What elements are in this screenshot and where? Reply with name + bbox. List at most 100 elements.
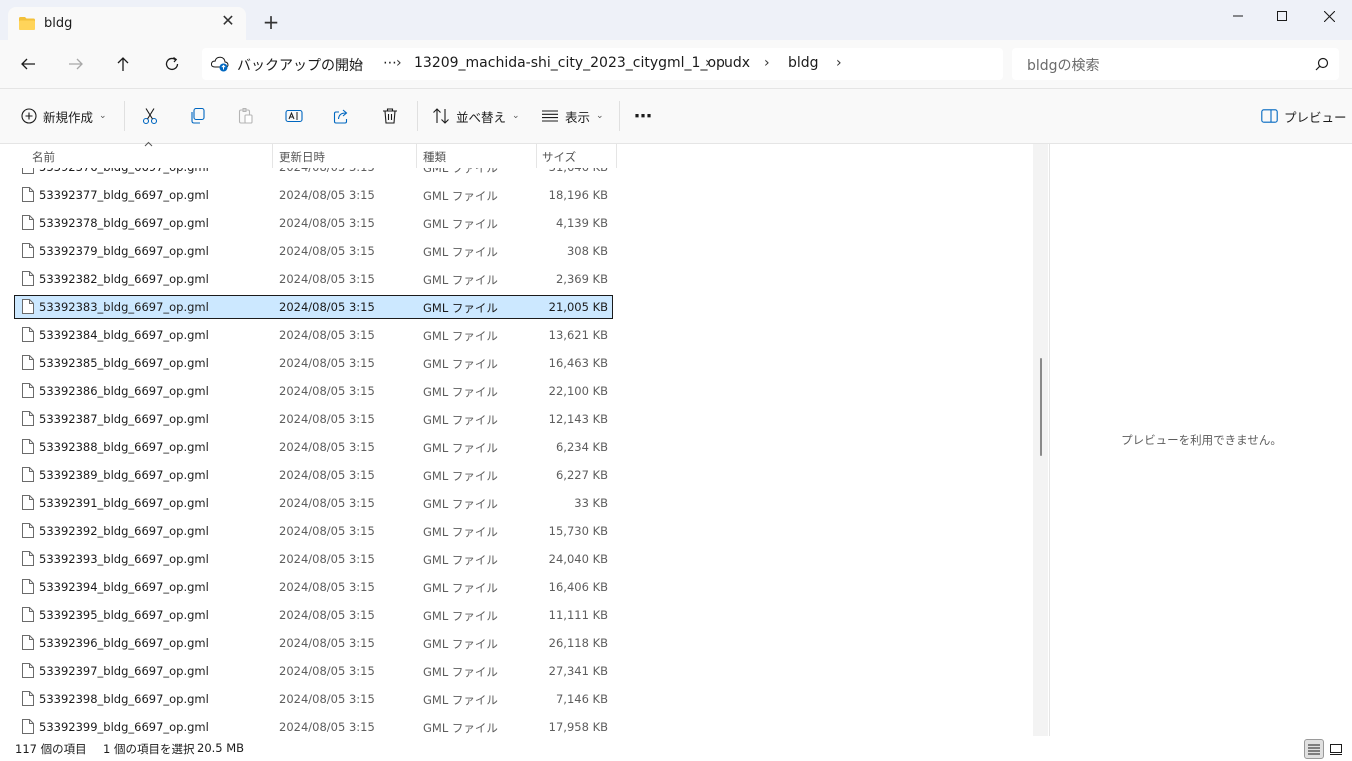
view-button[interactable]: 表示 ⌄ — [541, 104, 604, 128]
tiles-view-icon[interactable] — [1326, 739, 1346, 759]
file-list: 53392376_bldg_6697_op.gml 2024/08/05 3:15… — [0, 168, 1032, 736]
chevron-right-icon[interactable]: › — [836, 55, 842, 71]
breadcrumb-overflow[interactable]: ⋯ — [383, 55, 397, 71]
file-date: 2024/08/05 3:15 — [279, 216, 375, 230]
file-row[interactable]: 53392377_bldg_6697_op.gml 2024/08/05 3:15… — [14, 183, 613, 207]
delete-button[interactable] — [381, 104, 399, 128]
file-row[interactable]: 53392391_bldg_6697_op.gml 2024/08/05 3:15… — [14, 491, 613, 515]
cut-button[interactable] — [141, 104, 159, 128]
file-row[interactable]: 53392396_bldg_6697_op.gml 2024/08/05 3:15… — [14, 631, 613, 655]
chevron-right-icon[interactable]: › — [358, 55, 364, 71]
command-bar: 新規作成 ⌄ 並べ替え ⌄ 表示 ⌄ ⋯ プレビュー — [0, 89, 1352, 144]
more-icon[interactable]: ⋯ — [634, 104, 652, 128]
column-size[interactable]: サイズ — [542, 149, 576, 165]
breadcrumb-bldg[interactable]: bldg — [788, 55, 819, 71]
tab-bldg[interactable]: bldg ✕ — [8, 7, 246, 40]
file-icon — [22, 439, 34, 454]
breadcrumb-citygml-folder[interactable]: 13209_machida-shi_city_2023_citygml_1_op — [414, 55, 725, 71]
file-icon — [22, 215, 34, 230]
chevron-right-icon[interactable]: › — [396, 55, 402, 71]
file-row[interactable]: 53392378_bldg_6697_op.gml 2024/08/05 3:15… — [14, 211, 613, 235]
sort-button[interactable]: 並べ替え ⌄ — [432, 104, 520, 128]
file-row[interactable]: 53392385_bldg_6697_op.gml 2024/08/05 3:15… — [14, 351, 613, 375]
chevron-right-icon[interactable]: › — [764, 55, 770, 71]
file-row[interactable]: 53392393_bldg_6697_op.gml 2024/08/05 3:15… — [14, 547, 613, 571]
preview-pane-button[interactable]: プレビュー — [1261, 104, 1347, 128]
search-icon[interactable] — [1315, 57, 1329, 71]
selection-count: 1 個の項目を選択 — [103, 742, 195, 756]
file-row[interactable]: 53392379_bldg_6697_op.gml 2024/08/05 3:15… — [14, 239, 613, 263]
file-size: 33 KB — [574, 496, 608, 510]
file-name: 53392395_bldg_6697_op.gml — [39, 608, 209, 622]
file-name: 53392387_bldg_6697_op.gml — [39, 412, 209, 426]
file-row[interactable]: 53392398_bldg_6697_op.gml 2024/08/05 3:15… — [14, 687, 613, 711]
copy-button[interactable] — [189, 104, 207, 128]
column-date[interactable]: 更新日時 — [279, 149, 325, 165]
rename-button[interactable] — [285, 104, 303, 128]
column-header: 名前 更新日時 種類 サイズ — [0, 141, 1032, 168]
cloud-backup-icon — [211, 56, 229, 72]
file-row[interactable]: 53392399_bldg_6697_op.gml 2024/08/05 3:15… — [14, 715, 613, 736]
file-row[interactable]: 53392394_bldg_6697_op.gml 2024/08/05 3:15… — [14, 575, 613, 599]
maximize-icon[interactable] — [1259, 0, 1305, 32]
breadcrumb-backup[interactable]: バックアップの開始 — [237, 55, 363, 75]
column-divider[interactable] — [536, 144, 537, 168]
file-name: 53392392_bldg_6697_op.gml — [39, 524, 209, 538]
share-button[interactable] — [333, 104, 351, 128]
file-row[interactable]: 53392382_bldg_6697_op.gml 2024/08/05 3:15… — [14, 267, 613, 291]
file-icon — [22, 663, 34, 678]
breadcrumb-udx[interactable]: udx — [724, 55, 750, 71]
back-arrow-icon[interactable] — [16, 52, 40, 76]
close-icon[interactable]: ✕ — [220, 13, 236, 29]
file-type: GML ファイル — [423, 413, 498, 427]
file-icon — [22, 411, 34, 426]
file-type: GML ファイル — [423, 665, 498, 679]
paste-button[interactable] — [237, 104, 255, 128]
new-button[interactable]: 新規作成 ⌄ — [21, 104, 107, 128]
address-bar[interactable]: バックアップの開始 › ⋯ › 13209_machida-shi_city_2… — [202, 48, 1003, 80]
file-row[interactable]: 53392392_bldg_6697_op.gml 2024/08/05 3:15… — [14, 519, 613, 543]
file-date: 2024/08/05 3:15 — [279, 168, 375, 174]
scrollbar-thumb[interactable] — [1040, 358, 1042, 456]
file-row[interactable]: 53392388_bldg_6697_op.gml 2024/08/05 3:15… — [14, 435, 613, 459]
file-row[interactable]: 53392386_bldg_6697_op.gml 2024/08/05 3:15… — [14, 379, 613, 403]
file-icon — [22, 327, 34, 342]
divider — [417, 101, 418, 131]
file-row[interactable]: 53392395_bldg_6697_op.gml 2024/08/05 3:15… — [14, 603, 613, 627]
minimize-icon[interactable] — [1215, 0, 1261, 32]
refresh-icon[interactable] — [160, 52, 184, 76]
file-size: 2,369 KB — [555, 272, 608, 286]
chevron-right-icon[interactable]: › — [705, 55, 711, 71]
column-divider[interactable] — [416, 144, 417, 168]
sort-icon — [433, 108, 449, 124]
file-row[interactable]: 53392397_bldg_6697_op.gml 2024/08/05 3:15… — [14, 659, 613, 683]
file-row[interactable]: 53392387_bldg_6697_op.gml 2024/08/05 3:15… — [14, 407, 613, 431]
file-name: 53392384_bldg_6697_op.gml — [39, 328, 209, 342]
paste-icon — [238, 108, 253, 124]
share-icon — [333, 109, 348, 124]
details-view-icon[interactable] — [1304, 739, 1324, 759]
vertical-scrollbar[interactable] — [1033, 144, 1048, 736]
file-row[interactable]: 53392383_bldg_6697_op.gml 2024/08/05 3:15… — [14, 295, 613, 319]
column-divider[interactable] — [272, 144, 273, 168]
column-name[interactable]: 名前 — [32, 149, 55, 165]
plus-icon[interactable]: + — [262, 12, 280, 32]
window-close-icon[interactable] — [1306, 0, 1352, 32]
file-icon — [22, 691, 34, 706]
cut-icon — [142, 108, 158, 125]
view-icon — [542, 110, 558, 122]
search-input[interactable]: bldgの検索 — [1012, 48, 1339, 80]
column-type[interactable]: 種類 — [423, 149, 446, 165]
forward-arrow-icon[interactable] — [64, 52, 88, 76]
file-row[interactable]: 53392384_bldg_6697_op.gml 2024/08/05 3:15… — [14, 323, 613, 347]
file-icon — [22, 299, 34, 314]
rename-icon — [285, 109, 303, 123]
file-row[interactable]: 53392376_bldg_6697_op.gml 2024/08/05 3:15… — [14, 168, 613, 179]
file-date: 2024/08/05 3:15 — [279, 440, 375, 454]
file-row[interactable]: 53392389_bldg_6697_op.gml 2024/08/05 3:15… — [14, 463, 613, 487]
new-plus-icon — [21, 108, 37, 124]
up-arrow-icon[interactable] — [111, 52, 135, 76]
file-name: 53392386_bldg_6697_op.gml — [39, 384, 209, 398]
file-size: 16,463 KB — [548, 356, 608, 370]
column-divider[interactable] — [616, 144, 617, 168]
